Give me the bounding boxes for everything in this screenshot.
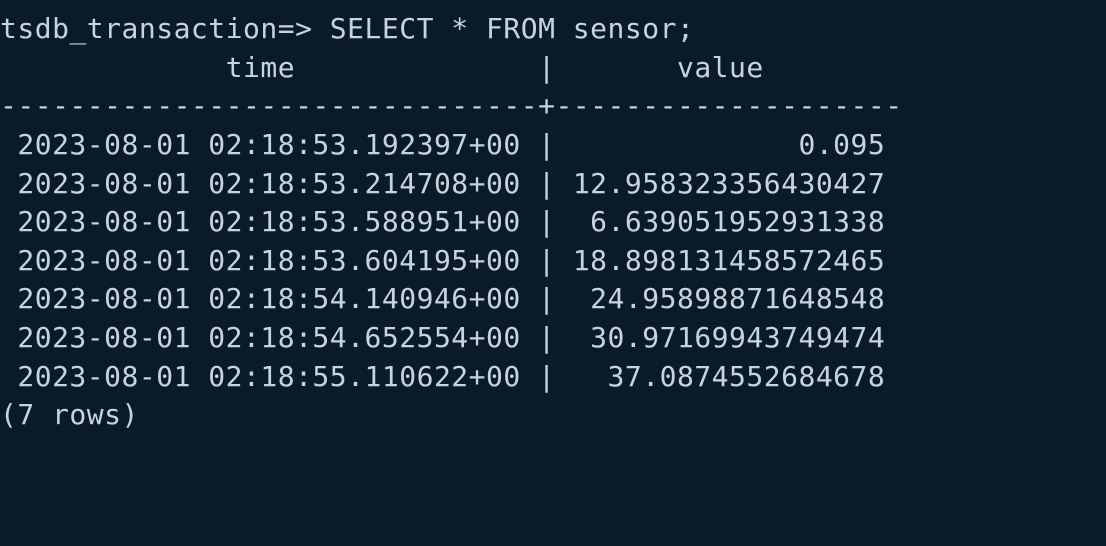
row-count: (7 rows) [0,398,139,431]
cell-value: 0.095 [573,128,885,161]
table-row: 2023-08-01 02:18:54.652554+00 | 30.97169… [0,321,885,354]
prompt-text: tsdb_transaction=> [0,12,312,45]
cell-value: 12.958323356430427 [573,167,885,200]
table-row: 2023-08-01 02:18:54.140946+00 | 24.95898… [0,282,885,315]
terminal-output[interactable]: tsdb_transaction=> SELECT * FROM sensor;… [0,10,1106,435]
cell-value: 24.95898871648548 [573,282,885,315]
table-row: 2023-08-01 02:18:53.588951+00 | 6.639051… [0,205,885,238]
table-row: 2023-08-01 02:18:53.192397+00 | 0.095 [0,128,885,161]
table-row: 2023-08-01 02:18:53.604195+00 | 18.89813… [0,244,885,277]
column-header-time: time [0,51,538,84]
cell-value: 30.97169943749474 [573,321,885,354]
column-header-value: value [555,51,763,84]
cell-value: 6.639051952931338 [573,205,885,238]
divider-line: -------------------------------+--------… [0,89,903,122]
cell-value: 18.898131458572465 [573,244,885,277]
cell-value: 37.0874552684678 [573,360,885,393]
sql-command: SELECT * FROM sensor; [330,12,695,45]
table-row: 2023-08-01 02:18:55.110622+00 | 37.08745… [0,360,885,393]
table-row: 2023-08-01 02:18:53.214708+00 | 12.95832… [0,167,885,200]
